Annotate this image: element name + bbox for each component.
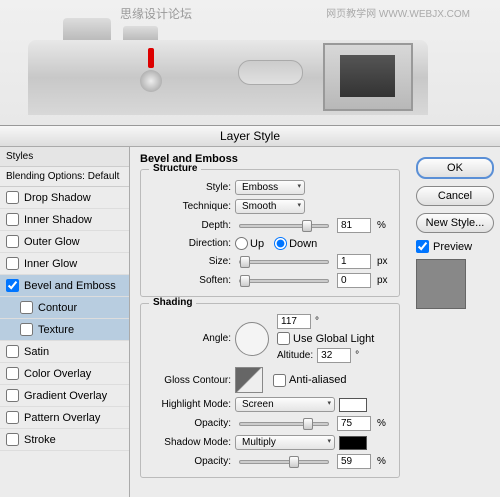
hl-opacity-input[interactable] — [337, 416, 371, 431]
sh-opacity-label: Opacity: — [149, 456, 231, 467]
direction-label: Direction: — [149, 238, 231, 249]
style-checkbox[interactable] — [20, 323, 33, 336]
size-unit: px — [377, 256, 391, 267]
style-checkbox[interactable] — [6, 279, 19, 292]
size-slider[interactable] — [239, 260, 329, 264]
shading-label: Shading — [149, 297, 196, 308]
watermark-text-1: 思缘设计论坛 — [120, 5, 192, 22]
new-style-button[interactable]: New Style... — [416, 213, 494, 233]
style-item-color-overlay[interactable]: Color Overlay — [0, 363, 129, 385]
style-checkbox[interactable] — [6, 191, 19, 204]
highlight-mode-label: Highlight Mode: — [149, 399, 231, 410]
style-checkbox[interactable] — [6, 389, 19, 402]
style-item-satin[interactable]: Satin — [0, 341, 129, 363]
technique-dropdown[interactable]: Smooth — [235, 199, 305, 214]
preview-thumbnail — [416, 259, 466, 309]
gloss-contour-label: Gloss Contour: — [149, 375, 231, 386]
angle-dial[interactable] — [235, 322, 269, 356]
style-item-texture[interactable]: Texture — [0, 319, 129, 341]
style-label: Style: — [149, 182, 231, 193]
style-item-label: Bevel and Emboss — [24, 280, 116, 292]
style-item-contour[interactable]: Contour — [0, 297, 129, 319]
size-input[interactable] — [337, 254, 371, 269]
style-item-inner-glow[interactable]: Inner Glow — [0, 253, 129, 275]
style-item-stroke[interactable]: Stroke — [0, 429, 129, 451]
styles-list: Styles Blending Options: Default Drop Sh… — [0, 147, 130, 497]
style-item-label: Outer Glow — [24, 236, 80, 248]
style-dropdown[interactable]: Emboss — [235, 180, 305, 195]
styles-header[interactable]: Styles — [0, 147, 129, 167]
soften-label: Soften: — [149, 275, 231, 286]
style-item-outer-glow[interactable]: Outer Glow — [0, 231, 129, 253]
style-checkbox[interactable] — [6, 345, 19, 358]
direction-down-radio[interactable]: Down — [274, 237, 317, 250]
style-checkbox[interactable] — [6, 411, 19, 424]
style-checkbox[interactable] — [6, 257, 19, 270]
structure-label: Structure — [149, 163, 201, 174]
style-item-label: Satin — [24, 346, 49, 358]
hl-opacity-slider[interactable] — [239, 422, 329, 426]
style-item-label: Stroke — [24, 434, 56, 446]
style-item-label: Drop Shadow — [24, 192, 91, 204]
size-label: Size: — [149, 256, 231, 267]
altitude-input[interactable] — [317, 348, 351, 363]
sh-opacity-input[interactable] — [337, 454, 371, 469]
camera-illustration — [28, 40, 428, 115]
technique-label: Technique: — [149, 201, 231, 212]
style-checkbox[interactable] — [6, 367, 19, 380]
soften-slider[interactable] — [239, 279, 329, 283]
sh-opacity-slider[interactable] — [239, 460, 329, 464]
style-item-label: Pattern Overlay — [24, 412, 100, 424]
global-light-checkbox[interactable]: Use Global Light — [277, 332, 374, 345]
hl-opacity-label: Opacity: — [149, 418, 231, 429]
depth-unit: % — [377, 220, 391, 231]
shadow-mode-label: Shadow Mode: — [149, 437, 231, 448]
style-item-label: Texture — [38, 324, 74, 336]
shadow-color-swatch[interactable] — [339, 436, 367, 450]
style-item-label: Gradient Overlay — [24, 390, 107, 402]
ok-button[interactable]: OK — [416, 157, 494, 179]
blending-options-row[interactable]: Blending Options: Default — [0, 167, 129, 187]
depth-slider[interactable] — [239, 224, 329, 228]
soften-input[interactable] — [337, 273, 371, 288]
example-image: 思缘设计论坛 网页教学网 WWW.WEBJX.COM — [0, 0, 500, 125]
anti-aliased-checkbox[interactable]: Anti-aliased — [273, 374, 346, 387]
style-checkbox[interactable] — [20, 301, 33, 314]
depth-label: Depth: — [149, 220, 231, 231]
style-item-label: Contour — [38, 302, 77, 314]
highlight-mode-dropdown[interactable]: Screen — [235, 397, 335, 412]
style-item-label: Inner Glow — [24, 258, 77, 270]
style-item-inner-shadow[interactable]: Inner Shadow — [0, 209, 129, 231]
watermark-text-2: 网页教学网 WWW.WEBJX.COM — [326, 5, 470, 20]
angle-input[interactable] — [277, 314, 311, 329]
style-item-label: Color Overlay — [24, 368, 91, 380]
depth-input[interactable] — [337, 218, 371, 233]
preview-checkbox[interactable]: Preview — [416, 240, 494, 253]
shadow-mode-dropdown[interactable]: Multiply — [235, 435, 335, 450]
style-item-drop-shadow[interactable]: Drop Shadow — [0, 187, 129, 209]
cancel-button[interactable]: Cancel — [416, 186, 494, 206]
structure-group: Structure Style: Emboss Technique: Smoot… — [140, 169, 400, 297]
style-checkbox[interactable] — [6, 433, 19, 446]
shading-group: Shading Angle: ° Use Global Light Altitu… — [140, 303, 400, 478]
dialog-title: Layer Style — [0, 126, 500, 147]
highlight-color-swatch[interactable] — [339, 398, 367, 412]
style-item-gradient-overlay[interactable]: Gradient Overlay — [0, 385, 129, 407]
angle-label: Angle: — [149, 333, 231, 344]
settings-panel: Bevel and Emboss Structure Style: Emboss… — [130, 147, 410, 497]
style-checkbox[interactable] — [6, 213, 19, 226]
style-item-pattern-overlay[interactable]: Pattern Overlay — [0, 407, 129, 429]
style-checkbox[interactable] — [6, 235, 19, 248]
direction-up-radio[interactable]: Up — [235, 237, 264, 250]
style-item-bevel-and-emboss[interactable]: Bevel and Emboss — [0, 275, 129, 297]
altitude-label: Altitude: — [277, 350, 313, 361]
buttons-panel: OK Cancel New Style... Preview — [410, 147, 500, 497]
style-item-label: Inner Shadow — [24, 214, 92, 226]
layer-style-dialog: Layer Style Styles Blending Options: Def… — [0, 125, 500, 497]
gloss-contour-picker[interactable] — [235, 367, 263, 393]
soften-unit: px — [377, 275, 391, 286]
